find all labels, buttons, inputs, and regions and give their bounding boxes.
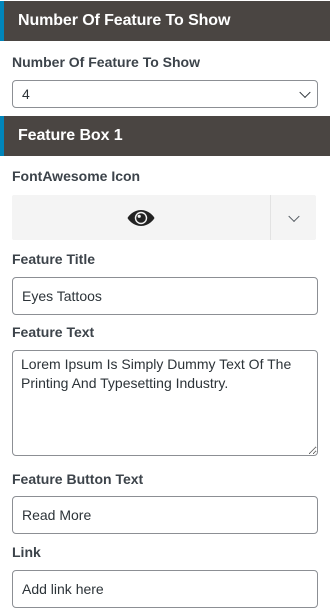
feature-text-textarea[interactable]: Lorem Ipsum Is Simply Dummy Text Of The … [12,350,318,456]
feature-button-text-input[interactable] [12,496,318,534]
icon-preview[interactable] [12,195,270,240]
section-title: Feature Box 1 [18,127,123,144]
section-header-feature-box-1[interactable]: Feature Box 1 [0,116,330,156]
feature-count-value: 4 [22,86,30,102]
feature-title-input[interactable] [12,277,318,315]
chevron-down-icon [299,86,311,99]
link-input[interactable] [12,570,318,608]
feature-title-label: Feature Title [12,251,95,267]
section-header-feature-count[interactable]: Number Of Feature To Show [0,1,330,41]
feature-button-text-label: Feature Button Text [12,471,144,487]
section-title: Number Of Feature To Show [18,12,231,29]
fontawesome-icon-label: FontAwesome Icon [12,168,141,184]
feature-count-select[interactable]: 4 [12,80,318,108]
feature-text-label: Feature Text [12,324,95,340]
chevron-down-icon [288,210,300,222]
eye-icon [127,209,155,226]
icon-dropdown-button[interactable] [271,195,316,240]
link-label: Link [12,544,41,560]
feature-count-label: Number Of Feature To Show [12,54,200,70]
icon-picker[interactable] [12,195,316,240]
